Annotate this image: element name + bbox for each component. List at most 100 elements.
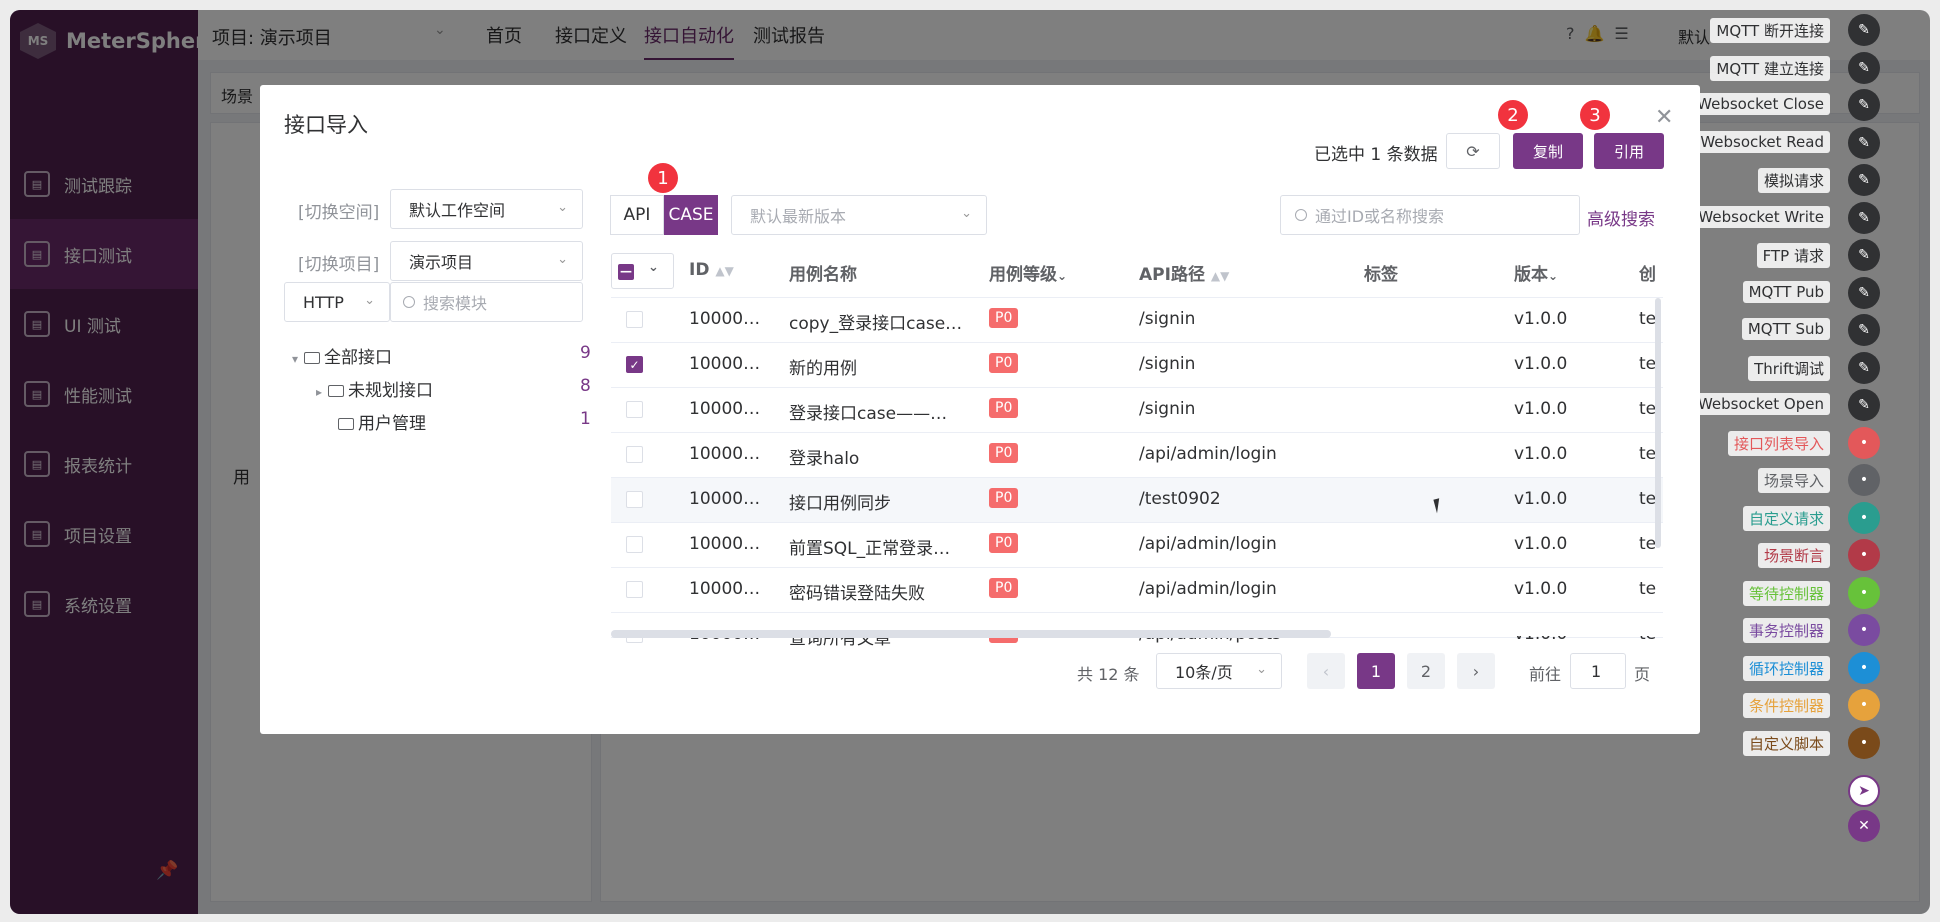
chevron-down-icon[interactable]: ⌄: [648, 260, 659, 275]
horizontal-scrollbar[interactable]: [611, 630, 1331, 638]
tree-item-user-mgmt[interactable]: 用户管理 1: [338, 409, 592, 434]
float-item-icon[interactable]: ✎: [1848, 389, 1880, 421]
level-badge: P0: [989, 488, 1019, 508]
tree-label: 用户管理: [358, 414, 426, 434]
row-checkbox[interactable]: [626, 491, 643, 508]
page-size-select[interactable]: 10条/页 ⌄: [1156, 653, 1282, 689]
column-header-level[interactable]: 用例等级⌄: [989, 260, 1067, 285]
float-item-label[interactable]: Thrift调试: [1748, 355, 1830, 381]
tree-item-all[interactable]: ▾ 全部接口 9: [292, 343, 592, 368]
float-item-label[interactable]: 场景断言: [1757, 543, 1830, 568]
float-item-icon[interactable]: ✎: [1848, 164, 1880, 196]
float-item-label[interactable]: MQTT Pub: [1742, 280, 1830, 303]
float-item-label[interactable]: Websocket Write: [1692, 205, 1830, 228]
float-item-icon[interactable]: ✎: [1848, 89, 1880, 121]
float-item-label[interactable]: Websocket Read: [1694, 130, 1830, 153]
vertical-scrollbar[interactable]: [1655, 298, 1661, 548]
float-item-label[interactable]: 模拟请求: [1757, 168, 1830, 193]
float-item-icon[interactable]: ✎: [1848, 14, 1880, 46]
tab-case[interactable]: CASE: [664, 195, 718, 235]
cell-level: P0: [989, 397, 1019, 418]
module-search-input[interactable]: 搜索模块: [390, 282, 583, 322]
float-item-label[interactable]: MQTT 断开连接: [1710, 18, 1830, 43]
close-icon[interactable]: ✕: [1655, 105, 1673, 130]
reference-button[interactable]: 引用: [1594, 133, 1664, 169]
advanced-search-link[interactable]: 高级搜索: [1587, 205, 1655, 230]
table-row[interactable]: 10000… 前置SQL_正常登录… P0/api/admin/login v1.0.…: [611, 523, 1663, 568]
table-row[interactable]: 10000… 登录halo P0/api/admin/login v1.0.0 te: [611, 433, 1663, 478]
float-item-label[interactable]: 事务控制器: [1742, 618, 1830, 643]
row-checkbox[interactable]: [626, 401, 643, 418]
float-item-label[interactable]: 条件控制器: [1742, 693, 1830, 718]
float-item-icon[interactable]: ✎: [1848, 276, 1880, 309]
float-item-label[interactable]: MQTT 建立连接: [1710, 55, 1830, 81]
float-item-icon[interactable]: •: [1848, 426, 1880, 459]
chevron-down-icon[interactable]: ⌄: [1057, 269, 1067, 283]
refresh-button[interactable]: ⟳: [1446, 133, 1500, 169]
select-all-dropdown[interactable]: — ⌄: [611, 253, 674, 289]
page-1-button[interactable]: 1: [1357, 653, 1395, 689]
case-search-input[interactable]: 通过ID或名称搜索: [1280, 195, 1580, 235]
float-item-icon[interactable]: ✎: [1848, 314, 1880, 346]
float-item-label[interactable]: Websocket Close: [1691, 93, 1830, 115]
tree-item-unplanned[interactable]: ▸ 未规划接口 8: [316, 376, 592, 401]
row-checkbox[interactable]: [626, 581, 643, 598]
float-item-icon[interactable]: ✎: [1848, 126, 1880, 159]
row-checkbox[interactable]: [626, 536, 643, 553]
table-row[interactable]: 10000… copy_登录接口case… P0/signin v1.0.0 te: [611, 298, 1663, 343]
float-item-icon[interactable]: •: [1848, 539, 1880, 571]
table-row[interactable]: 10000… 登录接口case——… P0/signin v1.0.0 te: [611, 388, 1663, 433]
tree-label: 未规划接口: [348, 381, 434, 401]
float-item-icon[interactable]: •: [1848, 651, 1880, 684]
table-row[interactable]: 10000… 接口用例同步 P0/test0902 v1.0.0 te: [611, 478, 1663, 523]
prev-page-button[interactable]: ‹: [1307, 653, 1345, 689]
caret-right-icon[interactable]: ▸: [316, 385, 322, 399]
caret-down-icon[interactable]: ▾: [292, 352, 298, 366]
float-item-label[interactable]: FTP 请求: [1756, 243, 1830, 268]
float-item-label[interactable]: 循环控制器: [1742, 655, 1830, 681]
float-item-icon[interactable]: •: [1848, 689, 1880, 721]
cell-level: P0: [989, 352, 1019, 373]
float-item-label[interactable]: 场景导入: [1757, 468, 1830, 493]
float-item-icon[interactable]: ✎: [1848, 351, 1880, 384]
float-item-icon[interactable]: •: [1848, 726, 1880, 759]
tab-api[interactable]: API: [610, 195, 664, 235]
float-item-label[interactable]: MQTT Sub: [1741, 318, 1830, 340]
chevron-down-icon[interactable]: ⌄: [1548, 269, 1558, 283]
next-page-button[interactable]: ›: [1457, 653, 1495, 689]
float-item-label[interactable]: Websocket Open: [1691, 393, 1830, 415]
table-header: — ⌄ ID ▲▼ 用例名称 用例等级⌄ API路径 ▲▼ 标签 版本⌄ 创: [611, 243, 1663, 298]
select-all-checkbox[interactable]: —: [618, 264, 634, 280]
goto-page-input[interactable]: 1: [1570, 653, 1626, 689]
float-item-label[interactable]: 接口列表导入: [1727, 430, 1830, 456]
float-item-icon[interactable]: ✎: [1848, 201, 1880, 234]
close-float-button[interactable]: ✕: [1848, 810, 1880, 842]
page-2-button[interactable]: 2: [1407, 653, 1445, 689]
row-checkbox[interactable]: [626, 311, 643, 328]
protocol-select[interactable]: HTTP ⌄: [284, 282, 390, 322]
float-item-icon[interactable]: •: [1848, 501, 1880, 534]
float-item-label[interactable]: 自定义脚本: [1742, 730, 1830, 756]
float-item-icon[interactable]: •: [1848, 614, 1880, 646]
row-checkbox[interactable]: ✓: [626, 356, 643, 373]
table-row[interactable]: ✓ 10000… 新的用例 P0/signin v1.0.0 te: [611, 343, 1663, 388]
column-header-version[interactable]: 版本⌄: [1514, 260, 1558, 285]
float-item-icon[interactable]: ✎: [1848, 239, 1880, 271]
workspace-select[interactable]: 默认工作空间 ⌄: [390, 189, 583, 229]
project-select[interactable]: 演示项目 ⌄: [390, 241, 583, 281]
row-checkbox[interactable]: [626, 446, 643, 463]
float-item-icon[interactable]: •: [1848, 576, 1880, 609]
version-select[interactable]: 默认最新版本 ⌄: [731, 195, 987, 235]
float-item-label[interactable]: 等待控制器: [1742, 580, 1830, 606]
column-header-id[interactable]: ID ▲▼: [689, 260, 734, 280]
table-row[interactable]: 10000… 密码错误登陆失败 P0/api/admin/login v1.0.0 te: [611, 568, 1663, 613]
sort-icon[interactable]: ▲▼: [715, 264, 733, 278]
sort-icon[interactable]: ▲▼: [1211, 269, 1229, 283]
compass-icon[interactable]: ➤: [1848, 775, 1880, 807]
float-item-icon[interactable]: •: [1848, 464, 1880, 496]
copy-button[interactable]: 复制: [1513, 133, 1583, 169]
column-header-path[interactable]: API路径 ▲▼: [1139, 260, 1229, 285]
tree-label: 全部接口: [324, 348, 393, 368]
float-item-label[interactable]: 自定义请求: [1742, 505, 1830, 531]
float-item-icon[interactable]: ✎: [1848, 51, 1880, 84]
